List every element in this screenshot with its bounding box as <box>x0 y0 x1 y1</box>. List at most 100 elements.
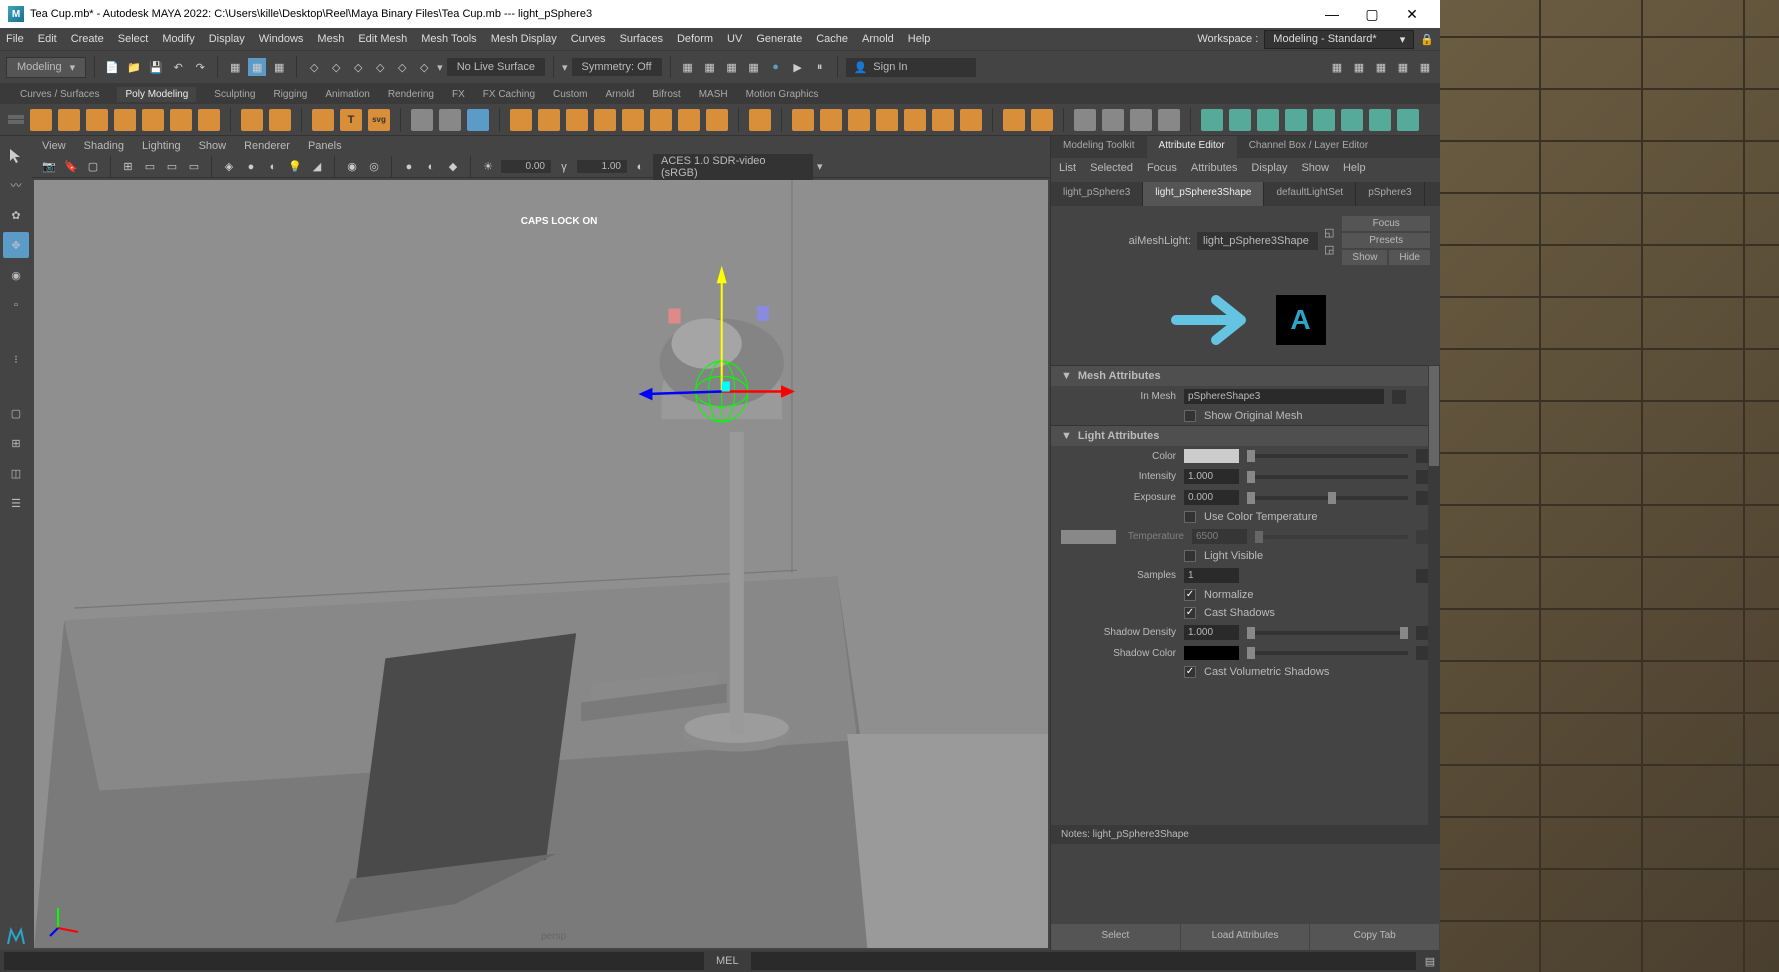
live-surface-icon[interactable]: ◇ <box>415 58 433 76</box>
snap-plane-icon[interactable]: ◇ <box>371 58 389 76</box>
menu-help[interactable]: Help <box>908 33 931 45</box>
select-button[interactable]: Select <box>1051 924 1181 950</box>
make-live-icon[interactable] <box>1313 109 1335 131</box>
bevel-icon[interactable] <box>820 109 842 131</box>
type-tool-icon[interactable] <box>312 109 334 131</box>
select-tool[interactable] <box>3 142 29 168</box>
vp-lights-icon[interactable]: 💡 <box>286 158 304 176</box>
shelf-tab-arnold[interactable]: Arnold <box>605 89 634 100</box>
shelf-tab-fx[interactable]: FX <box>452 89 465 100</box>
scrollbar[interactable] <box>1428 365 1440 825</box>
attr-editor-icon[interactable]: ▦ <box>745 58 763 76</box>
append-icon[interactable] <box>876 109 898 131</box>
menu-deform[interactable]: Deform <box>677 33 713 45</box>
text-icon[interactable]: T <box>340 109 362 131</box>
paint-select-icon[interactable] <box>1397 109 1419 131</box>
ae-focus[interactable]: Focus <box>1147 162 1177 174</box>
vp-view[interactable]: View <box>42 140 66 152</box>
menu-surfaces[interactable]: Surfaces <box>620 33 663 45</box>
cast-shadows-check[interactable] <box>1184 607 1196 619</box>
boolean-icon[interactable] <box>594 109 616 131</box>
select-highlight-icon[interactable]: ▦ <box>270 58 288 76</box>
light-attributes-header[interactable]: ▼Light Attributes <box>1051 426 1440 446</box>
connection-icon[interactable] <box>1392 390 1406 404</box>
outliner-icon[interactable]: ☰ <box>3 490 29 516</box>
menu-create[interactable]: Create <box>71 33 104 45</box>
snap-point-icon[interactable]: ◇ <box>349 58 367 76</box>
load-attributes-button[interactable]: Load Attributes <box>1181 924 1311 950</box>
shelf-tab-bifrost[interactable]: Bifrost <box>652 89 680 100</box>
sculpt-icon[interactable] <box>1229 109 1251 131</box>
vp-lighting[interactable]: Lighting <box>142 140 181 152</box>
shelf-tab-animation[interactable]: Animation <box>325 89 369 100</box>
reduce-icon[interactable] <box>650 109 672 131</box>
tab-modeling-toolkit[interactable]: Modeling Toolkit <box>1051 136 1147 158</box>
select-fwd-icon[interactable]: ◲ <box>1324 243 1334 256</box>
panel-layout3-icon[interactable]: ▦ <box>1372 58 1390 76</box>
vp-aa-icon[interactable]: ◆ <box>444 158 462 176</box>
copy-tab-button[interactable]: Copy Tab <box>1310 924 1440 950</box>
retopo-icon[interactable] <box>706 109 728 131</box>
exposure-field[interactable]: 0.000 <box>1184 490 1239 505</box>
vp-exposure-value[interactable]: 0.00 <box>501 160 551 173</box>
normalize-check[interactable] <box>1184 589 1196 601</box>
shelf-tab-rendering[interactable]: Rendering <box>388 89 434 100</box>
select-mode-icon[interactable]: ▦ <box>248 58 266 76</box>
menu-arnold[interactable]: Arnold <box>862 33 894 45</box>
vp-gamma-value[interactable]: 1.00 <box>577 160 627 173</box>
menu-edit-mesh[interactable]: Edit Mesh <box>358 33 407 45</box>
command-line[interactable] <box>4 952 704 970</box>
node-tab-1[interactable]: light_pSphere3Shape <box>1143 182 1264 206</box>
move-tool[interactable]: ✥ <box>3 232 29 258</box>
vp-colorspace-dropdown[interactable]: ACES 1.0 SDR-video (sRGB) <box>653 154 813 180</box>
snap-grid-icon[interactable]: ◇ <box>305 58 323 76</box>
shelf-tab-mash[interactable]: MASH <box>699 89 728 100</box>
node-tab-2[interactable]: defaultLightSet <box>1264 182 1356 206</box>
ae-help[interactable]: Help <box>1343 162 1366 174</box>
four-pane-icon[interactable]: ⊞ <box>3 430 29 456</box>
project-curve-icon[interactable] <box>1341 109 1363 131</box>
snap-surface-icon[interactable]: ◇ <box>393 58 411 76</box>
shadow-density-field[interactable]: 1.000 <box>1184 625 1239 640</box>
menu-windows[interactable]: Windows <box>259 33 304 45</box>
modeling-toolkit-icon[interactable]: ● <box>767 58 785 76</box>
pivot-icon[interactable] <box>439 109 461 131</box>
undo-icon[interactable]: ↶ <box>169 58 187 76</box>
panel-layout-icon[interactable]: ▦ <box>1328 58 1346 76</box>
menu-edit[interactable]: Edit <box>38 33 57 45</box>
last-tool[interactable]: ⁝ <box>3 346 29 372</box>
ae-show[interactable]: Show <box>1301 162 1329 174</box>
shelf-tab-rigging[interactable]: Rigging <box>273 89 307 100</box>
open-scene-icon[interactable]: 📁 <box>125 58 143 76</box>
create-poly-icon[interactable] <box>1285 109 1307 131</box>
shelf-tab-curves[interactable]: Curves / Surfaces <box>20 89 99 100</box>
vp-wireframe-icon[interactable]: ◈ <box>220 158 238 176</box>
vp-resolution-gate-icon[interactable]: ▭ <box>163 158 181 176</box>
smooth-icon[interactable] <box>566 109 588 131</box>
script-editor-icon[interactable]: ▤ <box>1420 955 1440 968</box>
shelf-tab-motion[interactable]: Motion Graphics <box>746 89 819 100</box>
menu-cache[interactable]: Cache <box>816 33 848 45</box>
workspace-dropdown[interactable]: Modeling - Standard*▾ <box>1264 30 1414 49</box>
poly-cube-icon[interactable] <box>58 109 80 131</box>
play-icon[interactable]: ▶ <box>789 58 807 76</box>
live-surface-field[interactable]: No Live Surface <box>447 58 545 76</box>
intensity-slider[interactable] <box>1247 475 1408 479</box>
vp-camera-icon[interactable]: 📷 <box>40 158 58 176</box>
scale-tool[interactable]: ▫ <box>3 292 29 318</box>
rotate-tool[interactable]: ◉ <box>3 262 29 288</box>
ae-list[interactable]: List <box>1059 162 1076 174</box>
save-scene-icon[interactable]: 💾 <box>147 58 165 76</box>
vp-shading[interactable]: Shading <box>84 140 124 152</box>
multi-cut-icon[interactable] <box>1074 109 1096 131</box>
mirror-icon[interactable] <box>622 109 644 131</box>
combine-icon[interactable] <box>510 109 532 131</box>
tool-settings-icon[interactable]: ▦ <box>723 58 741 76</box>
menu-file[interactable]: File <box>6 33 24 45</box>
cast-volumetric-check[interactable] <box>1184 666 1196 678</box>
menu-uv[interactable]: UV <box>727 33 742 45</box>
select-back-icon[interactable]: ◱ <box>1324 226 1334 239</box>
poly-cone-icon[interactable] <box>114 109 136 131</box>
mel-field[interactable] <box>751 952 1416 970</box>
vp-show[interactable]: Show <box>199 140 227 152</box>
